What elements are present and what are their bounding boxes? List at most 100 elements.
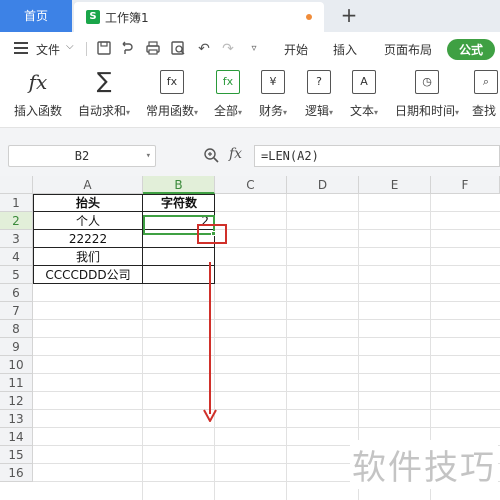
column-header-c[interactable]: C [215, 176, 287, 194]
row-header-5[interactable]: 5 [0, 266, 33, 284]
file-menu[interactable]: 文件 [36, 41, 60, 58]
function-star-icon: fx [160, 70, 184, 94]
tab-insert[interactable]: 插入 [333, 41, 357, 58]
common-functions-button[interactable]: fx 常用函数▾ [142, 70, 202, 119]
common-functions-label: 常用函数 [145, 104, 194, 118]
name-box[interactable]: B2 ▾ [8, 145, 156, 167]
autosum-button[interactable]: ∑ 自动求和▾ [74, 70, 134, 119]
cell-a3[interactable]: 22222 [33, 230, 143, 248]
column-header-b[interactable]: B [143, 176, 215, 194]
logic-button[interactable]: ? 逻辑▾ [301, 70, 337, 119]
row-header-14[interactable]: 14 [0, 428, 33, 446]
row-header-10[interactable]: 10 [0, 356, 33, 374]
undo-icon[interactable]: ↶ [195, 40, 213, 58]
row-header-13[interactable]: 13 [0, 410, 33, 428]
insert-function-label: 插入函数 [13, 104, 62, 118]
grid-line [33, 409, 500, 410]
annotation-arrow [209, 262, 211, 414]
all-functions-button[interactable]: fx 全部▾ [210, 70, 246, 119]
export-icon[interactable] [119, 40, 137, 58]
cell-b1[interactable]: 字符数 [143, 194, 215, 212]
grid-line [33, 391, 500, 392]
row-header-6[interactable]: 6 [0, 284, 33, 302]
row-header-1[interactable]: 1 [0, 194, 33, 212]
all-functions-icon: fx [216, 70, 240, 94]
row-header-2[interactable]: 2 [0, 212, 33, 230]
document-title: 工作簿1 [105, 11, 149, 25]
row-header-9[interactable]: 9 [0, 338, 33, 356]
tab-home[interactable]: 首页 [0, 0, 72, 32]
grid-line [33, 427, 500, 428]
hamburger-icon[interactable] [14, 42, 28, 54]
more-icon[interactable]: ▿ [245, 40, 263, 58]
fx-icon[interactable]: fx [229, 146, 242, 162]
column-header-e[interactable]: E [359, 176, 431, 194]
cell-a5[interactable]: CCCCDDD公司 [33, 266, 143, 284]
chevron-down-icon[interactable]: ⌵ [66, 41, 74, 52]
datetime-icon: ◷ [415, 70, 439, 94]
cell-a1[interactable]: 抬头 [33, 194, 143, 212]
logic-icon: ? [307, 70, 331, 94]
datetime-button[interactable]: ◷ 日期和时间▾ [392, 70, 462, 119]
grid-line [33, 319, 500, 320]
print-icon[interactable] [144, 40, 162, 58]
tab-home-ribbon[interactable]: 开始 [284, 41, 308, 58]
insert-function-button[interactable]: fx 插入函数 [12, 70, 64, 119]
ribbon-toolbar: fx 插入函数 ∑ 自动求和▾ fx 常用函数▾ fx 全部▾ ¥ 财务▾ ? … [0, 66, 500, 128]
lookup-icon: ⌕ [474, 70, 498, 94]
menu-bar: 文件 ⌵ ↶ ↷ ▿ 开始 插入 页面布局 公式 [0, 32, 500, 66]
row-header-4[interactable]: 4 [0, 248, 33, 266]
lookup-button[interactable]: ⌕ 查找 [472, 70, 500, 119]
text-button[interactable]: A 文本▾ [346, 70, 382, 119]
divider [86, 42, 87, 56]
tab-page-layout[interactable]: 页面布局 [384, 41, 432, 58]
datetime-label: 日期和时间 [394, 104, 455, 118]
sum-icon: ∑ [92, 70, 116, 94]
annotation-box [197, 224, 227, 244]
spreadsheet-icon: S [86, 10, 100, 24]
formula-input[interactable]: =LEN(A2) [254, 145, 500, 167]
grid-line [33, 301, 500, 302]
column-header-f[interactable]: F [431, 176, 500, 194]
text-label: 文本 [349, 104, 374, 118]
unsaved-dot-icon [306, 14, 312, 20]
watermark: 软件技巧 [350, 440, 498, 489]
row-header-11[interactable]: 11 [0, 374, 33, 392]
grid-line [33, 355, 500, 356]
logic-label: 逻辑 [304, 104, 329, 118]
arrow-down-icon [203, 409, 217, 422]
redo-icon[interactable]: ↷ [219, 40, 237, 58]
autosum-label: 自动求和 [77, 104, 126, 118]
grid-line [286, 194, 287, 500]
finance-label: 财务 [258, 104, 283, 118]
row-header-12[interactable]: 12 [0, 392, 33, 410]
cell-a4[interactable]: 我们 [33, 248, 143, 266]
row-header-16[interactable]: 16 [0, 464, 33, 482]
all-functions-label: 全部 [213, 104, 238, 118]
row-header-3[interactable]: 3 [0, 230, 33, 248]
text-icon: A [352, 70, 376, 94]
preview-icon[interactable] [169, 40, 187, 58]
tab-formulas[interactable]: 公式 [447, 39, 496, 60]
column-header-a[interactable]: A [33, 176, 143, 194]
tab-bar: 首页 S 工作簿1 + [0, 0, 500, 32]
row-header-15[interactable]: 15 [0, 446, 33, 464]
save-icon[interactable] [95, 40, 113, 58]
chevron-down-icon[interactable]: ▾ [146, 146, 151, 166]
fx-icon: fx [26, 70, 50, 94]
finance-button[interactable]: ¥ 财务▾ [255, 70, 291, 119]
grid-line [33, 337, 500, 338]
select-all-corner[interactable] [0, 176, 33, 194]
zoom-icon[interactable] [203, 147, 219, 167]
grid-line [33, 373, 500, 374]
lookup-label: 查找 [472, 104, 497, 118]
new-tab-button[interactable]: + [338, 2, 360, 30]
name-box-value: B2 [74, 149, 90, 163]
tab-document[interactable]: S 工作簿1 [74, 2, 324, 32]
column-header-d[interactable]: D [287, 176, 359, 194]
row-header-7[interactable]: 7 [0, 302, 33, 320]
finance-icon: ¥ [261, 70, 285, 94]
formula-bar: B2 ▾ fx =LEN(A2) [0, 128, 500, 176]
cell-a2[interactable]: 个人 [33, 212, 143, 230]
row-header-8[interactable]: 8 [0, 320, 33, 338]
